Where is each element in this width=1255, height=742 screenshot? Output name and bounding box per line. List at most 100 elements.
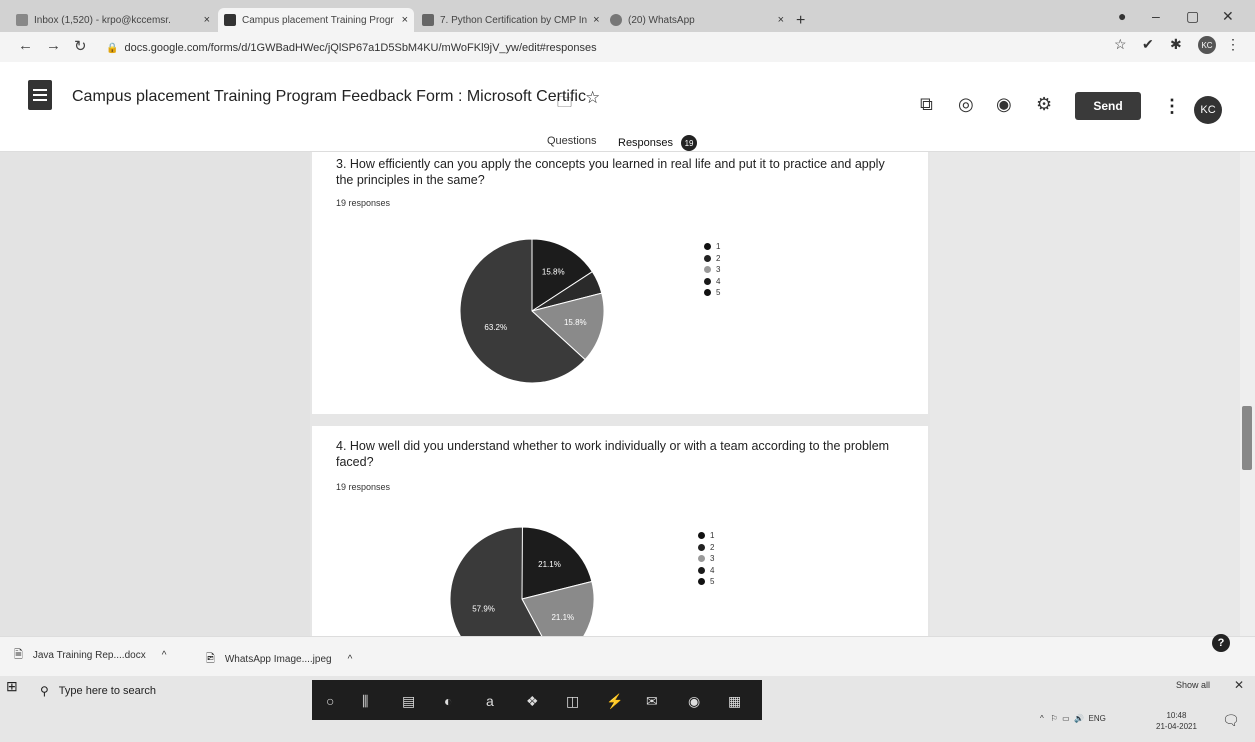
taskbar-clock[interactable]: 10:48 21-04-2021 [1156,710,1197,732]
legend-label: 4 [710,565,715,575]
taskbar-search-input[interactable]: ⚲ Type here to search [40,680,310,702]
legend-item[interactable]: 4 [698,565,714,577]
pie-slice-label: 63.2% [484,323,507,332]
back-arrow-icon[interactable]: ← [18,37,33,54]
amazon-icon[interactable]: a [486,693,494,709]
download-label: WhatsApp Image....jpeg [224,654,332,665]
edge-icon[interactable]: ◐ [444,693,452,709]
browser-tab-forms[interactable]: Campus placement Training Progr × [218,8,414,32]
language-indicator[interactable]: ENG [1089,714,1106,723]
cortana-icon[interactable]: ○ [326,693,334,709]
legend-label: 2 [716,253,721,263]
reload-icon[interactable]: ↻ [74,37,87,55]
addon-icon[interactable]: ⧉ [920,94,933,115]
maximize-button[interactable]: ▢ [1186,8,1199,25]
network-icon[interactable]: ⚐ [1050,714,1057,723]
question-card: 4. How well did you understand whether t… [312,426,928,672]
response-count-badge: 19 [681,135,698,151]
forward-arrow-icon[interactable]: → [46,37,61,54]
search-placeholder: Type here to search [58,685,157,697]
chrome-icon[interactable]: ◉ [688,693,700,710]
clock-date: 21-04-2021 [1156,722,1197,731]
pie-slice-label: 57.9% [472,604,495,613]
battery-icon[interactable]: ▭ [1062,714,1070,723]
avatar[interactable]: KC [1194,96,1222,124]
pie-chart: 15.8% 15.8% 63.2% [459,238,605,384]
docx-file-icon: 🗎 [14,649,23,661]
task-view-icon[interactable]: ⫼ [362,693,368,710]
scrollbar-track[interactable] [1240,152,1255,652]
form-title[interactable]: Campus placement Training Program Feedba… [72,88,586,106]
media-icon[interactable]: ▦ [728,693,741,710]
send-button[interactable]: Send [1075,92,1141,120]
legend-item[interactable]: 4 [704,276,720,288]
close-window-button[interactable]: ✕ [1222,8,1234,25]
preview-eye-icon[interactable]: ◉ [996,94,1012,115]
minimize-button[interactable]: – [1152,8,1160,24]
dropbox-icon[interactable]: ❖ [526,693,539,710]
chevron-up-icon[interactable]: ^ [1040,714,1044,723]
browser-menu-icon[interactable]: ⋮ [1226,36,1240,53]
legend-item[interactable]: 2 [704,253,720,265]
chevron-up-icon[interactable]: ^ [162,650,167,661]
clock-time: 10:48 [1166,711,1187,720]
system-tray[interactable]: ^ ⚐ ▭ 🔊 ENG [1040,714,1106,723]
notification-icon[interactable]: 🗨 [1222,712,1240,729]
close-icon[interactable]: × [772,14,784,26]
legend-label: 4 [716,276,721,286]
settings-gear-icon[interactable]: ⚙ [1036,94,1052,115]
volume-icon[interactable]: 🔊 [1074,714,1084,723]
legend-label: 1 [716,242,721,252]
response-count: 19 responses [336,482,391,492]
browser-tab-gmail[interactable]: Inbox (1,520) - krpo@kccemsr. × [10,8,216,32]
close-icon[interactable]: × [198,14,210,26]
tab-responses[interactable]: Responses 19 [618,135,698,151]
browser-tab-whatsapp[interactable]: (20) WhatsApp × [604,8,790,32]
file-explorer-icon[interactable]: ▤ [402,693,415,710]
windows-start-icon[interactable]: ⊞ [6,678,30,698]
folder-icon[interactable]: 🗀 [557,92,572,117]
office-icon[interactable]: ◫ [566,693,579,710]
puzzle-extension-icon[interactable]: ✱ [1170,36,1182,53]
legend-swatch [704,277,711,285]
tab-label: (20) WhatsApp [628,14,695,26]
record-icon: ● [1118,8,1127,24]
forms-icon [224,14,236,26]
profile-avatar[interactable]: KC [1198,36,1216,54]
legend-item[interactable]: 2 [698,542,714,554]
help-icon[interactable]: ? [1212,634,1230,652]
download-item[interactable]: 🖻 WhatsApp Image....jpeg ^ [206,650,352,669]
chevron-up-icon[interactable]: ^ [348,654,353,665]
close-icon[interactable]: × [587,14,599,26]
download-label: Java Training Rep....docx [32,650,146,661]
mail-icon[interactable]: ✉ [646,693,658,710]
legend-label: 2 [710,542,715,552]
tab-questions[interactable]: Questions [547,135,597,147]
legend-item[interactable]: 5 [704,287,720,299]
bookmark-star-icon[interactable]: ☆ [1114,36,1127,53]
legend-item[interactable]: 3 [704,264,720,276]
legend-item[interactable]: 3 [698,553,714,565]
legend-item[interactable]: 5 [698,576,714,588]
forms-logo-icon[interactable] [28,80,52,110]
more-options-icon[interactable]: ⋮ [1163,96,1181,117]
checkmark-extension-icon[interactable]: ✔ [1142,36,1154,53]
tab-label: Campus placement Training Progr [242,14,394,26]
legend-swatch [698,566,705,574]
legend-item[interactable]: 1 [698,530,714,542]
new-tab-button[interactable]: + [796,12,805,30]
legend-swatch [698,532,705,540]
legend-item[interactable]: 1 [704,241,720,253]
download-item[interactable]: 🗎 Java Training Rep....docx ^ [14,646,166,665]
browser-tab-python[interactable]: 7. Python Certification by CMP In × [416,8,602,32]
address-bar[interactable]: 🔒 docs.google.com/forms/d/1GWBadHWec/jQl… [106,38,1096,58]
close-icon[interactable]: × [396,14,408,26]
legend-label: 5 [716,288,721,298]
drive-icon [422,14,434,26]
palette-icon[interactable]: ◎ [958,94,974,115]
star-icon[interactable]: ☆ [585,88,600,108]
scrollbar-thumb[interactable] [1242,406,1252,470]
legend-label: 3 [716,265,721,275]
bolt-icon[interactable]: ⚡ [606,693,623,710]
tab-responses-label: Responses [618,137,674,149]
